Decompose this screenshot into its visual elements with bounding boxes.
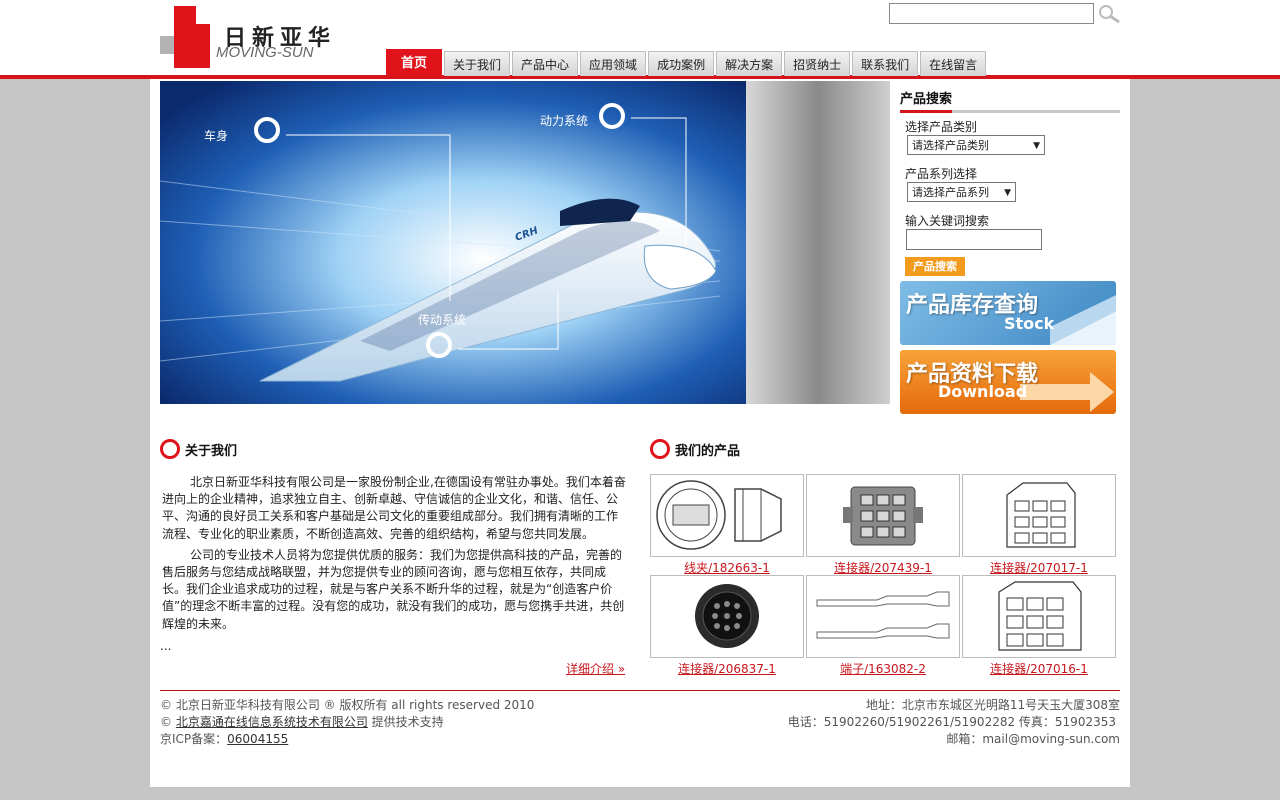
nav-message[interactable]: 在线留言 xyxy=(920,51,987,76)
label-transmission: 传动系统 xyxy=(418,313,467,327)
product-caption-2[interactable]: 连接器/207439-1 xyxy=(806,559,960,576)
logo[interactable]: 日新亚华 MOVING-SUN xyxy=(160,6,375,70)
stock-banner-subtitle: Stock xyxy=(1004,314,1055,333)
footer-phone: 电话：51902260/51902261/51902282 传真：5190235… xyxy=(787,715,1116,729)
connector-drawing-2-icon xyxy=(998,581,1082,651)
clamp-drawing-icon xyxy=(656,480,782,550)
category-label: 选择产品类别 xyxy=(905,120,978,134)
about-ellipsis: ... xyxy=(160,639,172,653)
footer-copyright: © 北京日新亚华科技有限公司 ® 版权所有 all rights reserve… xyxy=(160,698,535,712)
hero-banner: 车身 动力系统 传动系统 CRH xyxy=(160,81,890,404)
footer-support-prefix: © xyxy=(160,715,176,729)
product-thumb-2[interactable] xyxy=(806,474,960,557)
keyword-label: 输入关键词搜索 xyxy=(905,214,990,228)
search-button[interactable] xyxy=(1097,4,1123,24)
product-thumb-5[interactable] xyxy=(806,575,960,658)
nav-careers[interactable]: 招贤纳士 xyxy=(784,51,851,76)
footer-support-suffix: 提供技术支持 xyxy=(367,715,444,729)
about-paragraph-1: 北京日新亚华科技有限公司是一家股份制企业,在德国设有常驻办事处。我们本着奋进向上… xyxy=(162,475,626,541)
about-heading: 关于我们 xyxy=(160,438,237,460)
main-nav: 首页 关于我们 产品中心 应用领域 成功案例 解决方案 招贤纳士 联系我们 在线… xyxy=(386,49,987,76)
footer-icp: 京ICP备案：06004155 xyxy=(160,731,288,748)
nav-about[interactable]: 关于我们 xyxy=(444,51,511,76)
series-select-value: 请选择产品系列 xyxy=(912,186,989,199)
hotspot-power-system[interactable] xyxy=(599,103,625,129)
product-search-button[interactable]: 产品搜索 xyxy=(905,257,965,276)
circle-bullet-icon xyxy=(160,439,180,459)
stock-query-banner[interactable]: 产品库存查询 Stock xyxy=(900,281,1116,345)
about-title: 关于我们 xyxy=(185,443,238,459)
product-caption-1[interactable]: 线夹/182663-1 xyxy=(650,559,804,576)
hotspot-transmission[interactable] xyxy=(426,332,452,358)
products-heading: 我们的产品 xyxy=(650,438,740,460)
label-car-body: 车身 xyxy=(204,129,229,143)
circle-bullet-icon xyxy=(650,439,670,459)
nav-solutions[interactable]: 解决方案 xyxy=(716,51,783,76)
connector-drawing-icon xyxy=(1006,482,1076,548)
product-caption-5[interactable]: 端子/163082-2 xyxy=(806,660,960,677)
category-select[interactable]: 请选择产品类别 ▼ xyxy=(907,135,1045,155)
circular-connector-icon xyxy=(695,584,759,648)
footer-email: 邮箱：mail@moving-sun.com xyxy=(946,732,1120,746)
nav-home[interactable]: 首页 xyxy=(386,49,443,76)
products-title: 我们的产品 xyxy=(675,443,741,459)
keyword-input[interactable] xyxy=(906,229,1042,250)
about-text: 北京日新亚华科技有限公司是一家股份制企业,在德国设有常驻办事处。我们本着奋进向上… xyxy=(162,474,626,637)
footer-support-company-link[interactable]: 北京嘉通在线信息系统技术有限公司 xyxy=(176,715,368,729)
category-select-value: 请选择产品类别 xyxy=(912,139,989,152)
nav-contact[interactable]: 联系我们 xyxy=(852,51,919,76)
chevron-down-icon: ▼ xyxy=(1033,141,1040,151)
footer-divider xyxy=(160,690,1120,691)
download-banner-subtitle: Download xyxy=(938,382,1028,401)
product-caption-6[interactable]: 连接器/207016-1 xyxy=(962,660,1116,677)
label-power-system: 动力系统 xyxy=(540,114,589,128)
nav-applications[interactable]: 应用领域 xyxy=(580,51,647,76)
nav-cases[interactable]: 成功案例 xyxy=(648,51,715,76)
product-search-heading: 产品搜索 xyxy=(900,88,1120,113)
logo-text-en: MOVING-SUN xyxy=(216,44,314,61)
product-thumb-6[interactable] xyxy=(962,575,1116,658)
product-caption-3[interactable]: 连接器/207017-1 xyxy=(962,559,1116,576)
product-thumb-1[interactable] xyxy=(650,474,804,557)
hotspot-car-body[interactable] xyxy=(254,117,280,143)
nav-products[interactable]: 产品中心 xyxy=(512,51,579,76)
footer-icp-link[interactable]: 06004155 xyxy=(227,732,288,746)
about-paragraph-2: 公司的专业技术人员将为您提供优质的服务：我们为您提供高科技的产品，完善的售后服务… xyxy=(162,547,625,631)
product-caption-4[interactable]: 连接器/206837-1 xyxy=(650,660,804,677)
product-thumb-3[interactable] xyxy=(962,474,1116,557)
search-icon xyxy=(1099,5,1120,24)
product-search-title: 产品搜索 xyxy=(900,88,953,113)
footer-address: 地址：北京市东城区光明路11号天玉大厦308室 xyxy=(865,698,1120,712)
footer-icp-label: 京ICP备案： xyxy=(160,732,228,746)
series-label: 产品系列选择 xyxy=(905,167,978,181)
more-details-link[interactable]: 详细介绍 » xyxy=(566,660,625,677)
series-select[interactable]: 请选择产品系列 ▼ xyxy=(907,182,1016,202)
terminal-drawing-icon xyxy=(816,591,950,639)
product-thumb-4[interactable] xyxy=(650,575,804,658)
footer-support: © 北京嘉通在线信息系统技术有限公司 提供技术支持 xyxy=(160,714,444,731)
site-search-input[interactable] xyxy=(889,3,1094,24)
chevron-down-icon: ▼ xyxy=(1004,188,1011,198)
connector-grey-icon xyxy=(843,486,923,546)
download-banner[interactable]: 产品资料下载 Download xyxy=(900,350,1116,414)
